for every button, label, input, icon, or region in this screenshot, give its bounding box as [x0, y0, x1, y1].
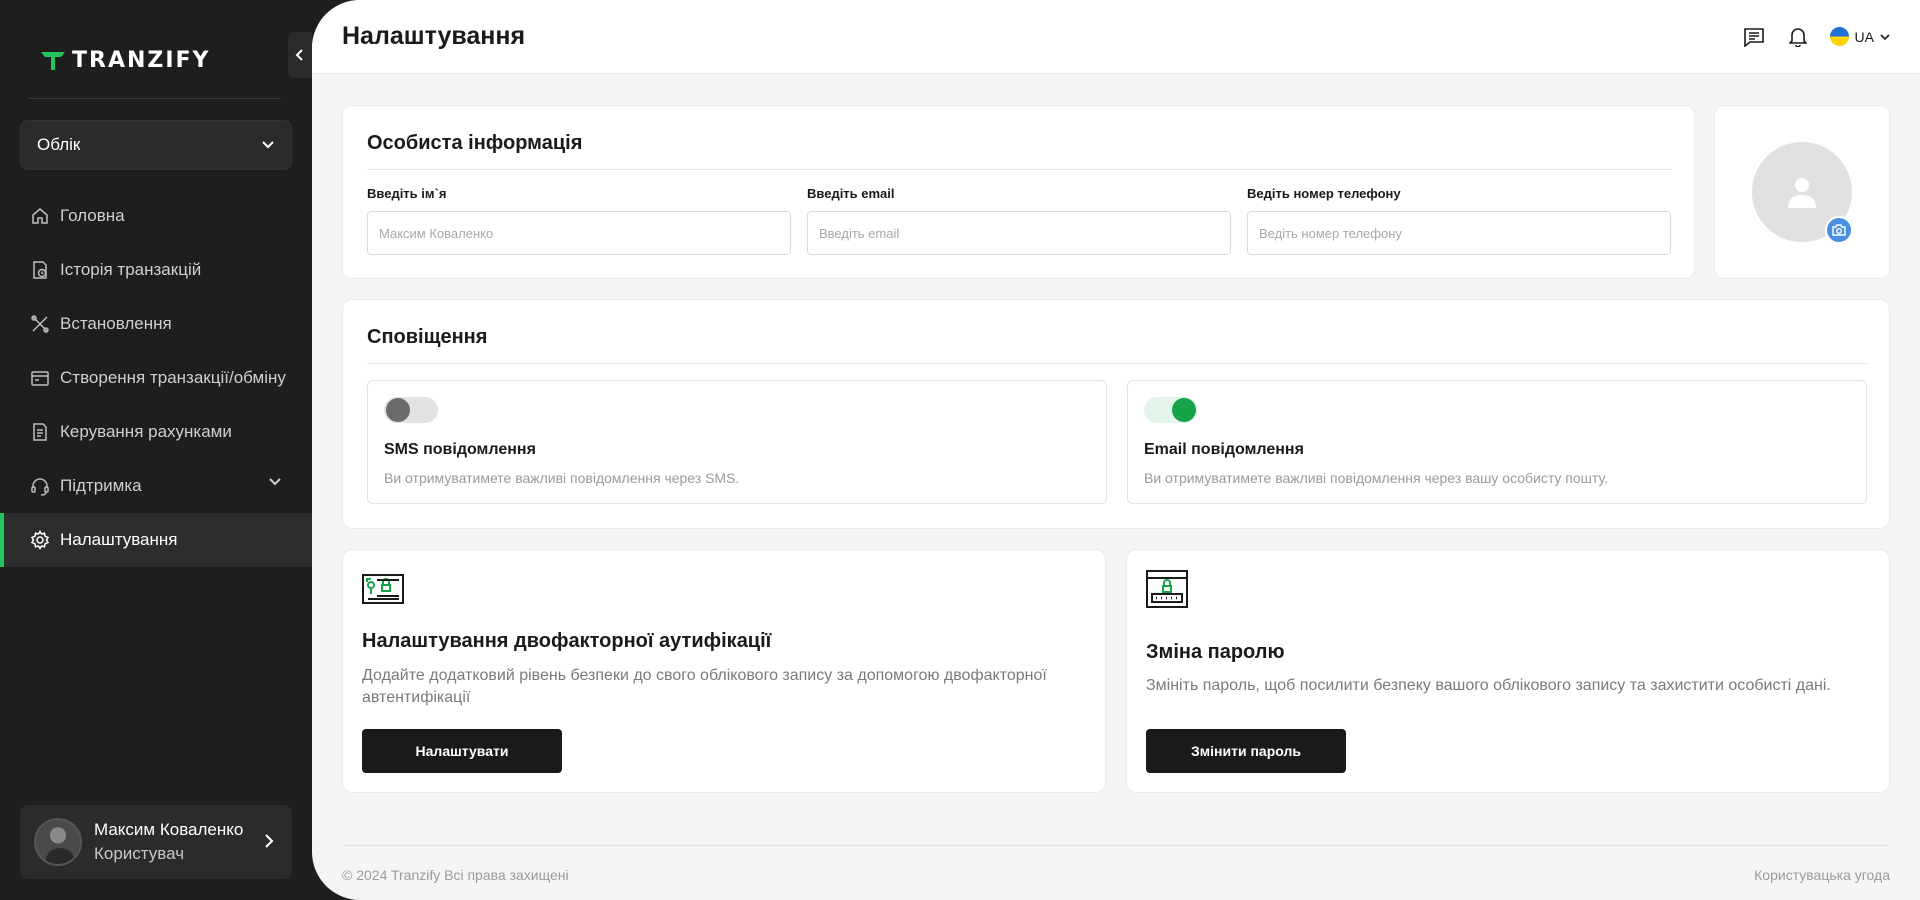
- change-password-card: Зміна паролю Змініть пароль, щоб посилит…: [1126, 549, 1890, 793]
- sidebar-item-label: Керування рахунками: [60, 422, 232, 441]
- user-profile-card[interactable]: Максим Коваленко Користувач: [20, 805, 292, 879]
- password-icon: [1146, 570, 1188, 608]
- top-bar: Налаштування UA: [312, 0, 1920, 74]
- email-field-group: Введіть email: [807, 186, 1231, 255]
- two-factor-card: Налаштування двофакторної аутифікації До…: [342, 549, 1106, 793]
- main-content: Налаштування UA Особиста інформація Введ…: [312, 0, 1920, 900]
- change-password-title: Зміна паролю: [1146, 641, 1285, 663]
- sidebar-item-setup[interactable]: Встановлення: [0, 297, 312, 351]
- profile-photo-card: [1714, 105, 1890, 279]
- gear-icon: [30, 530, 50, 550]
- user-icon: [1788, 178, 1816, 208]
- divider: [367, 169, 1672, 170]
- sidebar-item-create-transaction[interactable]: Створення транзакції/обміну: [0, 351, 312, 405]
- sms-notification-description: Ви отримуватимете важливі повідомлення ч…: [384, 470, 740, 486]
- setup-two-factor-button[interactable]: Налаштувати: [362, 729, 562, 773]
- accounts-icon: [30, 422, 50, 442]
- account-select-value: Облік: [37, 135, 81, 154]
- chevron-left-icon: [295, 49, 303, 61]
- sidebar-item-settings[interactable]: Налаштування: [0, 513, 312, 567]
- language-selector[interactable]: UA: [1829, 27, 1890, 46]
- home-icon: [30, 206, 50, 226]
- notifications-title: Сповіщення: [367, 326, 488, 348]
- exchange-icon: [30, 368, 50, 388]
- sidebar-nav: Головна Історія транзакцій Встановлення …: [0, 189, 312, 567]
- name-field[interactable]: [367, 211, 791, 255]
- email-field[interactable]: [807, 211, 1231, 255]
- logo-divider: [28, 98, 281, 99]
- brand-name: TRANZIFY: [72, 48, 211, 73]
- sidebar: TRANZIFY Облік Головна Історія транзакці…: [0, 0, 312, 900]
- sidebar-item-label: Історія транзакцій: [60, 260, 202, 279]
- two-factor-description: Додайте додатковий рівень безпеки до сво…: [362, 667, 1047, 706]
- email-notification-option: Email повідомлення Ви отримуватимете важ…: [1127, 380, 1867, 504]
- camera-icon: [1832, 224, 1846, 236]
- change-password-button[interactable]: Змінити пароль: [1146, 729, 1346, 773]
- phone-field-label: Ведіть номер телефону: [1247, 186, 1401, 201]
- sidebar-collapse-button[interactable]: [288, 32, 312, 78]
- phone-field[interactable]: [1247, 211, 1671, 255]
- email-notification-description: Ви отримуватимете важливі повідомлення ч…: [1144, 470, 1608, 486]
- chevron-down-icon: [262, 141, 274, 149]
- chevron-down-icon: [269, 478, 281, 486]
- top-actions: UA: [1742, 25, 1890, 49]
- email-notification-toggle[interactable]: [1144, 397, 1198, 423]
- phone-field-group: Ведіть номер телефону: [1247, 186, 1671, 255]
- sidebar-item-label: Створення транзакції/обміну: [60, 368, 286, 387]
- account-select[interactable]: Облік: [20, 120, 292, 170]
- sms-notification-option: SMS повідомлення Ви отримуватимете важли…: [367, 380, 1107, 504]
- avatar: [34, 818, 82, 866]
- sms-notification-title: SMS повідомлення: [384, 441, 536, 458]
- logo-mark-icon: [41, 51, 65, 70]
- terms-link[interactable]: Користувацька угода: [1754, 867, 1890, 883]
- brand-logo[interactable]: TRANZIFY: [40, 48, 210, 73]
- ukraine-flag-icon: [1829, 27, 1849, 46]
- name-field-label: Введіть ім`я: [367, 186, 447, 201]
- messages-icon[interactable]: [1742, 25, 1766, 49]
- user-name: Максим Коваленко: [94, 820, 244, 839]
- sidebar-item-label: Налаштування: [60, 530, 178, 549]
- upload-photo-button[interactable]: [1825, 216, 1853, 244]
- sidebar-item-support[interactable]: Підтримка: [0, 459, 312, 513]
- page-title: Налаштування: [342, 22, 526, 50]
- headset-icon: [30, 476, 50, 496]
- sidebar-item-accounts[interactable]: Керування рахунками: [0, 405, 312, 459]
- divider: [367, 363, 1867, 364]
- two-factor-title: Налаштування двофакторної аутифікації: [362, 630, 772, 652]
- sms-notification-toggle[interactable]: [384, 397, 438, 423]
- sidebar-item-label: Встановлення: [60, 314, 172, 333]
- email-notification-title: Email повідомлення: [1144, 441, 1304, 458]
- two-factor-icon: [362, 574, 404, 604]
- chevron-down-icon: [1880, 33, 1890, 40]
- sidebar-item-home[interactable]: Головна: [0, 189, 312, 243]
- email-field-label: Введіть email: [807, 186, 895, 201]
- sidebar-item-label: Головна: [60, 206, 125, 225]
- bell-icon[interactable]: [1786, 25, 1810, 49]
- notifications-card: Сповіщення SMS повідомлення Ви отримуват…: [342, 299, 1890, 529]
- chevron-right-icon: [265, 834, 274, 848]
- personal-info-card: Особиста інформація Введіть ім`я Введіть…: [342, 105, 1695, 279]
- name-field-group: Введіть ім`я: [367, 186, 791, 255]
- sidebar-item-label: Підтримка: [60, 476, 142, 495]
- footer-divider: [342, 845, 1890, 846]
- footer-copyright: © 2024 Tranzify Всі права захищені: [342, 867, 569, 883]
- personal-info-title: Особиста інформація: [367, 132, 583, 154]
- language-label: UA: [1854, 28, 1874, 45]
- tools-icon: [30, 314, 50, 334]
- history-icon: [30, 260, 50, 280]
- sidebar-item-history[interactable]: Історія транзакцій: [0, 243, 312, 297]
- change-password-description: Змініть пароль, щоб посилити безпеку ваш…: [1146, 677, 1831, 694]
- user-role: Користувач: [94, 844, 185, 863]
